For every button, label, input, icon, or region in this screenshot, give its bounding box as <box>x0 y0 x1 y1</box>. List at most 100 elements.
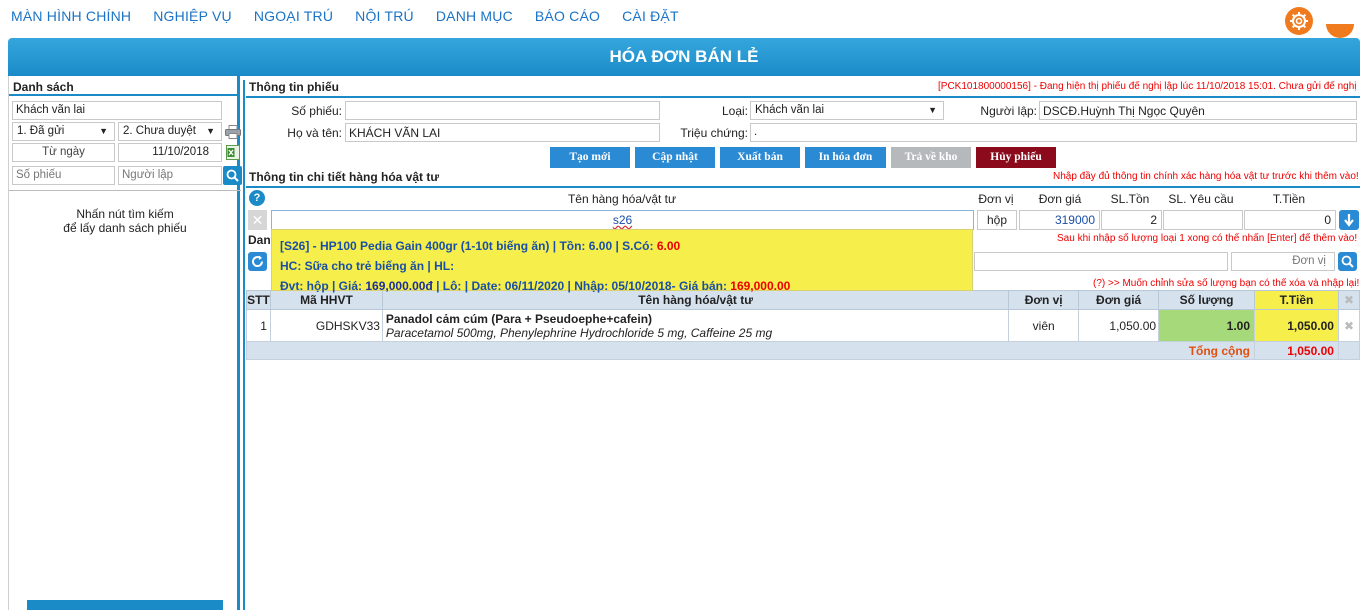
total-row: Tổng cộng 1,050.00 <box>245 341 1361 360</box>
request-qty-input[interactable] <box>1163 210 1243 230</box>
unit-input[interactable]: hộp <box>977 210 1017 230</box>
user-avatar-icon[interactable] <box>1326 24 1354 38</box>
nav-item-inpatient[interactable]: NỘI TRÚ <box>355 8 414 24</box>
chevron-down-icon: ▼ <box>206 126 215 136</box>
excel-icon[interactable] <box>223 143 242 162</box>
refresh-icon[interactable] <box>248 252 267 271</box>
receipt-no-input[interactable] <box>345 101 660 120</box>
col-header-stock: SL.Tồn <box>1110 192 1150 206</box>
create-button[interactable]: Tạo mới <box>550 147 630 168</box>
nav-item-operations[interactable]: NGHIỆP VỤ <box>153 8 232 24</box>
total-spacer <box>1337 341 1361 360</box>
type-select[interactable]: Khách vãn lai ▼ <box>750 101 944 120</box>
th-price: Đơn giá <box>1078 290 1160 310</box>
item-search-input[interactable]: s26 <box>271 210 974 230</box>
nav-item-main-screen[interactable]: MÀN HÌNH CHÍNH <box>11 8 131 24</box>
customer-filter-input[interactable]: Khách vãn lai <box>12 101 222 120</box>
col-header-item-name: Tên hàng hóa/vật tư <box>567 192 677 206</box>
suggestion-line1: [S26] - HP100 Pedia Gain 400gr (1-10t bi… <box>280 236 964 256</box>
status-approval-select[interactable]: 2. Chưa duyệt ▼ <box>118 122 222 141</box>
divider <box>9 190 241 191</box>
search-hint: Nhấn nút tìm kiếm để lấy danh sách phiếu <box>9 207 241 235</box>
suggestion-available: 6.00 <box>656 239 681 253</box>
row-ingredients: Paracetamol 500mg, Phenylephrine Hydroch… <box>385 325 773 340</box>
th-unit: Đơn vị <box>1008 290 1080 310</box>
divider <box>246 186 1360 188</box>
row-qty[interactable]: 1.00 <box>1158 309 1256 342</box>
return-to-stock-button[interactable]: Trả về kho <box>891 147 971 168</box>
receipt-status-note: [PCK101800000156] - Đang hiện thị phiếu … <box>938 81 1357 92</box>
divider <box>246 96 1360 98</box>
symptoms-input[interactable]: . <box>750 123 1357 142</box>
from-date-label: Từ ngày <box>12 143 115 162</box>
col-header-request-qty: SL. Yêu cầu <box>1168 192 1234 206</box>
status-sent-select[interactable]: 1. Đã gửi ▼ <box>12 122 115 141</box>
search-icon[interactable] <box>1338 252 1357 271</box>
fullname-input[interactable]: KHÁCH VÃN LAI <box>345 123 660 142</box>
autocomplete-suggestion[interactable]: [S26] - HP100 Pedia Gain 400gr (1-10t bi… <box>271 229 973 293</box>
delete-all-icon[interactable]: ✖ <box>1337 290 1361 310</box>
creator-filter-input[interactable]: Người lập <box>118 166 222 185</box>
creator-input[interactable]: DSCĐ.Huỳnh Thị Ngọc Quyên <box>1039 101 1357 120</box>
creator-label: Người lập: <box>980 104 1037 118</box>
detail-note: Nhập đầy đủ thông tin chính xác hàng hóa… <box>1053 171 1359 182</box>
list-panel-title: Danh sách <box>9 76 237 96</box>
row-amount: 1,050.00 <box>1254 309 1339 342</box>
search-icon[interactable] <box>223 166 242 185</box>
panel-divider <box>243 80 245 610</box>
update-button[interactable]: Cập nhật <box>635 147 715 168</box>
price-input[interactable]: 319000 <box>1019 210 1100 230</box>
gear-icon[interactable] <box>1285 7 1313 35</box>
app: MÀN HÌNH CHÍNH NGHIỆP VỤ NGOẠI TRÚ NỘI T… <box>0 0 1365 610</box>
receipt-no-filter-input[interactable]: Số phiếu <box>12 166 115 185</box>
symptoms-label: Triệu chứng: <box>680 126 748 140</box>
from-date-input[interactable]: 11/10/2018 <box>118 143 222 162</box>
fullname-label: Họ và tên: <box>287 126 342 140</box>
search-hint-line1: Nhấn nút tìm kiếm <box>76 207 174 221</box>
table-row[interactable]: 1 GDHSKV33 Panadol cảm cúm (Para + Pseud… <box>246 309 1361 342</box>
row-unit: viên <box>1008 309 1080 342</box>
unit-filter-input[interactable]: Đơn vị <box>1231 252 1335 271</box>
list-filter-input[interactable] <box>974 252 1228 271</box>
type-value: Khách vãn lai <box>755 104 825 116</box>
th-stt: STT <box>246 290 271 310</box>
stock-input: 2 <box>1101 210 1162 230</box>
suggestion-code: [S26] <box>280 239 310 253</box>
receipt-no-label: Số phiếu: <box>291 104 342 118</box>
delete-row-icon[interactable]: ✖ <box>1337 309 1361 342</box>
sell-button[interactable]: Xuất bán <box>720 147 800 168</box>
printer-icon[interactable] <box>223 122 242 141</box>
print-invoice-button[interactable]: In hóa đơn <box>805 147 886 168</box>
suggestion-name: - HP100 Pedia Gain 400gr (1-10t biếng ăn… <box>309 239 657 253</box>
add-down-arrow-icon[interactable] <box>1339 210 1359 230</box>
list-scrollbar[interactable] <box>27 600 223 610</box>
chevron-down-icon: ▼ <box>99 126 108 136</box>
search-hint-line2: để lấy danh sách phiếu <box>63 221 187 235</box>
nav-item-settings[interactable]: CÀI ĐẶT <box>622 8 679 24</box>
page-title: HÓA ĐƠN BÁN LẺ <box>8 38 1360 76</box>
nav-item-catalog[interactable]: DANH MỤC <box>436 8 513 24</box>
nav-item-reports[interactable]: BÁO CÁO <box>535 8 600 24</box>
detail-title: Thông tin chi tiết hàng hóa vật tư <box>249 170 440 184</box>
th-qty: Số lượng <box>1158 290 1256 310</box>
total-input: 0 <box>1244 210 1336 230</box>
type-label: Loại: <box>721 104 748 118</box>
row-name-cell: Panadol cảm cúm (Para + Pseudoephe+cafei… <box>381 309 1010 342</box>
help-icon[interactable]: ? <box>249 190 265 206</box>
nav-item-outpatient[interactable]: NGOẠI TRÚ <box>254 8 333 24</box>
chevron-down-icon: ▼ <box>928 105 937 115</box>
suggestion-line3-prefix: Đvt: hộp | Giá: <box>280 279 366 293</box>
suggestion-line2: HC: Sữa cho trẻ biếng ăn | HL: <box>280 259 455 273</box>
row-name: Panadol cảm cúm (Para + Pseudoephe+cafei… <box>385 311 653 326</box>
suggestion-sale-price: 169,000.00 <box>730 279 791 293</box>
main-menu: MÀN HÌNH CHÍNH NGHIỆP VỤ NGOẠI TRÚ NỘI T… <box>0 8 690 24</box>
cancel-receipt-button[interactable]: Hủy phiếu <box>976 147 1056 168</box>
row-code: GDHSKV33 <box>269 309 383 342</box>
th-amount: T.Tiền <box>1254 290 1339 310</box>
col-header-price: Đơn giá <box>1038 192 1082 206</box>
status-sent-value: 1. Đã gửi <box>17 125 65 137</box>
clear-icon[interactable]: ✕ <box>248 210 267 230</box>
receipt-info-title: Thông tin phiếu <box>249 80 339 94</box>
col-header-unit: Đơn vị <box>978 192 1014 206</box>
col-header-total: T.Tiền <box>1272 192 1306 206</box>
